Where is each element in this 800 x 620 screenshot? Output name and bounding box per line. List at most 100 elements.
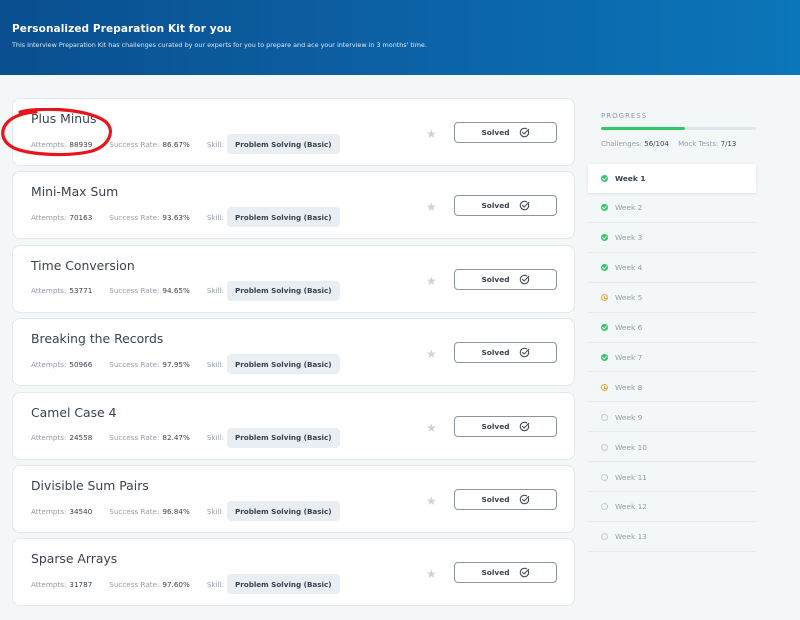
week-item[interactable]: Week 2 bbox=[588, 194, 756, 223]
success-rate-label: Success Rate: bbox=[109, 286, 160, 296]
attempts-label: Attempts: bbox=[31, 286, 67, 296]
star-icon[interactable]: ★ bbox=[426, 421, 437, 435]
star-icon[interactable]: ★ bbox=[426, 274, 437, 288]
progress-heading: PROGRESS bbox=[601, 112, 648, 120]
empty-circle-icon bbox=[601, 473, 608, 481]
skill-label: Skill: bbox=[206, 506, 224, 516]
challenge-card[interactable]: Camel Case 4 Attempts: 24558 Success Rat… bbox=[12, 391, 575, 460]
clock-icon bbox=[601, 383, 608, 391]
week-label: Week 7 bbox=[615, 352, 643, 362]
skill-chip: Problem Solving (Basic) bbox=[226, 207, 340, 228]
challenge-title[interactable]: Sparse Arrays bbox=[31, 551, 117, 566]
check-circle-filled-icon bbox=[601, 175, 608, 182]
week-item[interactable]: Week 9 bbox=[588, 403, 756, 433]
banner: Personalized Preparation Kit for you Thi… bbox=[0, 0, 800, 75]
challenge-meta: Attempts: 53771 Success Rate: 94.65% Ski… bbox=[31, 280, 340, 301]
week-item[interactable]: Week 1 bbox=[588, 164, 756, 193]
check-circle-filled-icon bbox=[601, 204, 608, 212]
solved-label: Solved bbox=[481, 495, 510, 504]
week-item[interactable]: Week 3 bbox=[588, 224, 756, 253]
banner-subtitle: This Interview Preparation Kit has chall… bbox=[12, 41, 427, 49]
star-icon[interactable]: ★ bbox=[426, 347, 437, 361]
skill-chip: Problem Solving (Basic) bbox=[226, 574, 340, 595]
challenge-title[interactable]: Breaking the Records bbox=[31, 331, 163, 346]
challenges-value: 56/104 bbox=[644, 140, 669, 148]
star-icon[interactable]: ★ bbox=[426, 127, 437, 141]
skill-label: Skill: bbox=[206, 286, 224, 296]
challenge-title[interactable]: Divisible Sum Pairs bbox=[31, 478, 149, 493]
week-item[interactable]: Week 7 bbox=[588, 343, 756, 373]
challenge-card[interactable]: Breaking the Records Attempts: 50966 Suc… bbox=[12, 318, 575, 387]
week-item[interactable]: Week 10 bbox=[588, 433, 756, 463]
challenge-card[interactable]: Time Conversion Attempts: 53771 Success … bbox=[12, 244, 575, 313]
solved-button[interactable]: Solved bbox=[454, 562, 557, 584]
week-label: Week 5 bbox=[615, 293, 643, 303]
solved-button[interactable]: Solved bbox=[454, 195, 557, 217]
solved-label: Solved bbox=[481, 128, 510, 137]
week-item[interactable]: Week 4 bbox=[588, 254, 756, 283]
star-icon[interactable]: ★ bbox=[426, 567, 437, 581]
skill-label: Skill: bbox=[206, 579, 224, 589]
check-circle-icon bbox=[519, 494, 529, 505]
attempts-label: Attempts: bbox=[31, 579, 67, 589]
mock-tests-value: 7/13 bbox=[720, 140, 737, 148]
attempts-label: Attempts: bbox=[31, 433, 67, 443]
empty-circle-icon bbox=[601, 413, 608, 421]
attempts-label: Attempts: bbox=[31, 506, 67, 516]
week-item[interactable]: Week 8 bbox=[588, 373, 756, 403]
check-circle-filled-icon bbox=[601, 353, 608, 361]
week-label: Week 10 bbox=[615, 442, 648, 452]
challenge-meta: Attempts: 70163 Success Rate: 93.63% Ski… bbox=[31, 207, 340, 228]
attempts-value: 34540 bbox=[69, 506, 93, 516]
challenge-card[interactable]: Divisible Sum Pairs Attempts: 34540 Succ… bbox=[12, 465, 575, 533]
star-icon[interactable]: ★ bbox=[426, 200, 437, 214]
skill-chip: Problem Solving (Basic) bbox=[226, 501, 340, 521]
attempts-value: 31787 bbox=[69, 579, 93, 589]
solved-button[interactable]: Solved bbox=[454, 489, 557, 510]
attempts-value: 50966 bbox=[69, 359, 93, 369]
attempts-value: 88939 bbox=[69, 139, 93, 149]
attempts-label: Attempts: bbox=[31, 139, 67, 149]
challenge-title[interactable]: Plus Minus bbox=[31, 111, 96, 126]
check-circle-icon bbox=[519, 201, 529, 211]
challenge-meta: Attempts: 34540 Success Rate: 96.84% Ski… bbox=[31, 501, 340, 521]
attempts-label: Attempts: bbox=[31, 212, 67, 222]
challenge-meta: Attempts: 88939 Success Rate: 86.67% Ski… bbox=[31, 134, 340, 154]
empty-circle-icon bbox=[601, 533, 608, 541]
success-rate-value: 86.67% bbox=[162, 139, 190, 149]
skill-chip: Problem Solving (Basic) bbox=[226, 354, 340, 375]
challenge-title[interactable]: Mini-Max Sum bbox=[31, 184, 118, 199]
challenge-card[interactable]: Plus Minus Attempts: 88939 Success Rate:… bbox=[12, 98, 575, 166]
challenge-card[interactable]: Sparse Arrays Attempts: 31787 Success Ra… bbox=[12, 538, 575, 607]
week-item[interactable]: Week 11 bbox=[588, 463, 756, 492]
solved-button[interactable]: Solved bbox=[454, 268, 557, 290]
skill-chip: Problem Solving (Basic) bbox=[226, 427, 340, 448]
success-rate-label: Success Rate: bbox=[109, 433, 160, 443]
week-item[interactable]: Week 5 bbox=[588, 284, 756, 313]
star-icon[interactable]: ★ bbox=[426, 494, 437, 508]
success-rate-label: Success Rate: bbox=[109, 506, 160, 516]
challenge-title[interactable]: Time Conversion bbox=[31, 258, 135, 273]
challenge-meta: Attempts: 24558 Success Rate: 82.47% Ski… bbox=[31, 427, 340, 448]
week-item[interactable]: Week 13 bbox=[588, 523, 756, 552]
success-rate-value: 82.47% bbox=[162, 433, 190, 443]
week-label: Week 9 bbox=[615, 412, 643, 422]
challenge-title[interactable]: Camel Case 4 bbox=[31, 405, 116, 420]
solved-button[interactable]: Solved bbox=[454, 122, 557, 143]
week-label: Week 12 bbox=[615, 502, 648, 512]
skill-label: Skill: bbox=[206, 433, 224, 443]
skill-chip: Problem Solving (Basic) bbox=[226, 134, 340, 154]
solved-button[interactable]: Solved bbox=[454, 342, 557, 364]
check-circle-icon bbox=[519, 274, 529, 285]
solved-button[interactable]: Solved bbox=[454, 415, 557, 437]
success-rate-label: Success Rate: bbox=[109, 359, 160, 369]
solved-label: Solved bbox=[481, 201, 510, 211]
challenge-meta: Attempts: 50966 Success Rate: 97.95% Ski… bbox=[31, 354, 340, 375]
attempts-label: Attempts: bbox=[31, 359, 67, 369]
week-item[interactable]: Week 12 bbox=[588, 493, 756, 522]
skill-label: Skill: bbox=[206, 359, 224, 369]
skill-label: Skill: bbox=[206, 139, 224, 149]
challenge-card[interactable]: Mini-Max Sum Attempts: 70163 Success Rat… bbox=[12, 171, 575, 240]
check-circle-filled-icon bbox=[601, 264, 608, 272]
week-item[interactable]: Week 6 bbox=[588, 314, 756, 343]
